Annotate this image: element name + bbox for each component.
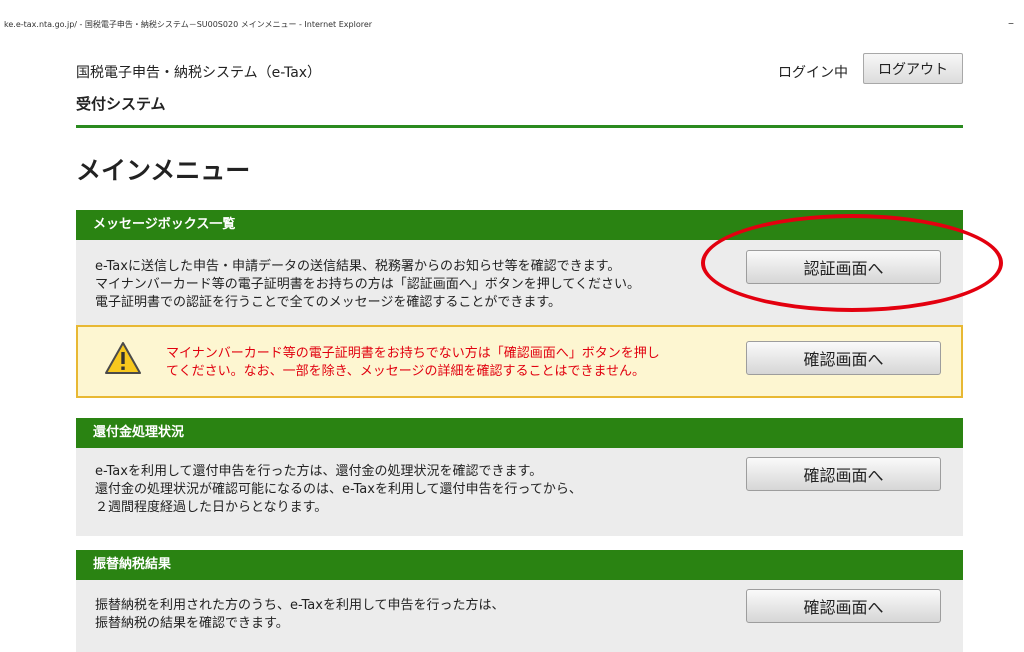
window-titlebar: ke.e-tax.nta.go.jp/ - 国税電子申告・納税システム－SU00…: [0, 0, 1024, 40]
refund-line-3: ２週間程度経過した日からとなります。: [95, 500, 328, 515]
message-box-line-1: e-Taxに送信した申告・申請データの送信結果、税務署からのお知らせ等を確認でき…: [95, 259, 621, 274]
warning-message: マイナンバーカード等の電子証明書をお持ちでない方は「確認画面へ」ボタンを押し て…: [166, 345, 660, 381]
refund-status-description: e-Taxを利用して還付申告を行った方は、還付金の処理状況を確認できます。 還付…: [95, 463, 582, 517]
warning-triangle-icon: [105, 342, 141, 374]
transfer-line-2: 振替納税の結果を確認できます。: [95, 616, 289, 631]
refund-line-1: e-Taxを利用して還付申告を行った方は、還付金の処理状況を確認できます。: [95, 464, 543, 479]
page-title: メインメニュー: [76, 156, 251, 185]
window-title: ke.e-tax.nta.go.jp/ - 国税電子申告・納税システム－SU00…: [4, 20, 373, 29]
subsystem-name: 受付システム: [76, 95, 166, 113]
login-status: ログイン中: [778, 65, 848, 81]
transfer-payment-description: 振替納税を利用された方のうち、e-Taxを利用して申告を行った方は、 振替納税の…: [95, 597, 505, 633]
message-box-header: メッセージボックス一覧: [76, 210, 963, 240]
refund-line-2: 還付金の処理状況が確認可能になるのは、e-Taxを利用して還付申告を行ってから、: [95, 482, 582, 497]
warning-line-2: てください。なお、一部を除き、メッセージの詳細を確認することはできません。: [166, 364, 646, 379]
message-box-description: e-Taxに送信した申告・申請データの送信結果、税務署からのお知らせ等を確認でき…: [95, 258, 640, 312]
minimize-button[interactable]: –: [1008, 16, 1014, 30]
logout-button[interactable]: ログアウト: [863, 53, 963, 84]
refund-status-panel: e-Taxを利用して還付申告を行った方は、還付金の処理状況を確認できます。 還付…: [76, 448, 963, 536]
system-name: 国税電子申告・納税システム（e-Tax）: [76, 65, 322, 81]
header-divider: [76, 125, 963, 128]
confirm-screen-button-refund[interactable]: 確認画面へ: [746, 457, 941, 491]
no-certificate-warning: マイナンバーカード等の電子証明書をお持ちでない方は「確認画面へ」ボタンを押し て…: [76, 325, 963, 398]
message-box-line-2: マイナンバーカード等の電子証明書をお持ちの方は「認証画面へ」ボタンを押してくださ…: [95, 277, 640, 292]
message-box-line-3: 電子証明書での認証を行うことで全てのメッセージを確認することができます。: [95, 295, 562, 310]
warning-line-1: マイナンバーカード等の電子証明書をお持ちでない方は「確認画面へ」ボタンを押し: [166, 346, 660, 361]
transfer-payment-panel: 振替納税を利用された方のうち、e-Taxを利用して申告を行った方は、 振替納税の…: [76, 580, 963, 652]
confirm-screen-button-transfer[interactable]: 確認画面へ: [746, 589, 941, 623]
confirm-screen-button-messages[interactable]: 確認画面へ: [746, 341, 941, 375]
message-box-panel: e-Taxに送信した申告・申請データの送信結果、税務署からのお知らせ等を確認でき…: [76, 240, 963, 325]
transfer-payment-header: 振替納税結果: [76, 550, 963, 580]
auth-screen-button[interactable]: 認証画面へ: [746, 250, 941, 284]
transfer-line-1: 振替納税を利用された方のうち、e-Taxを利用して申告を行った方は、: [95, 598, 505, 613]
refund-status-header: 還付金処理状況: [76, 418, 963, 448]
